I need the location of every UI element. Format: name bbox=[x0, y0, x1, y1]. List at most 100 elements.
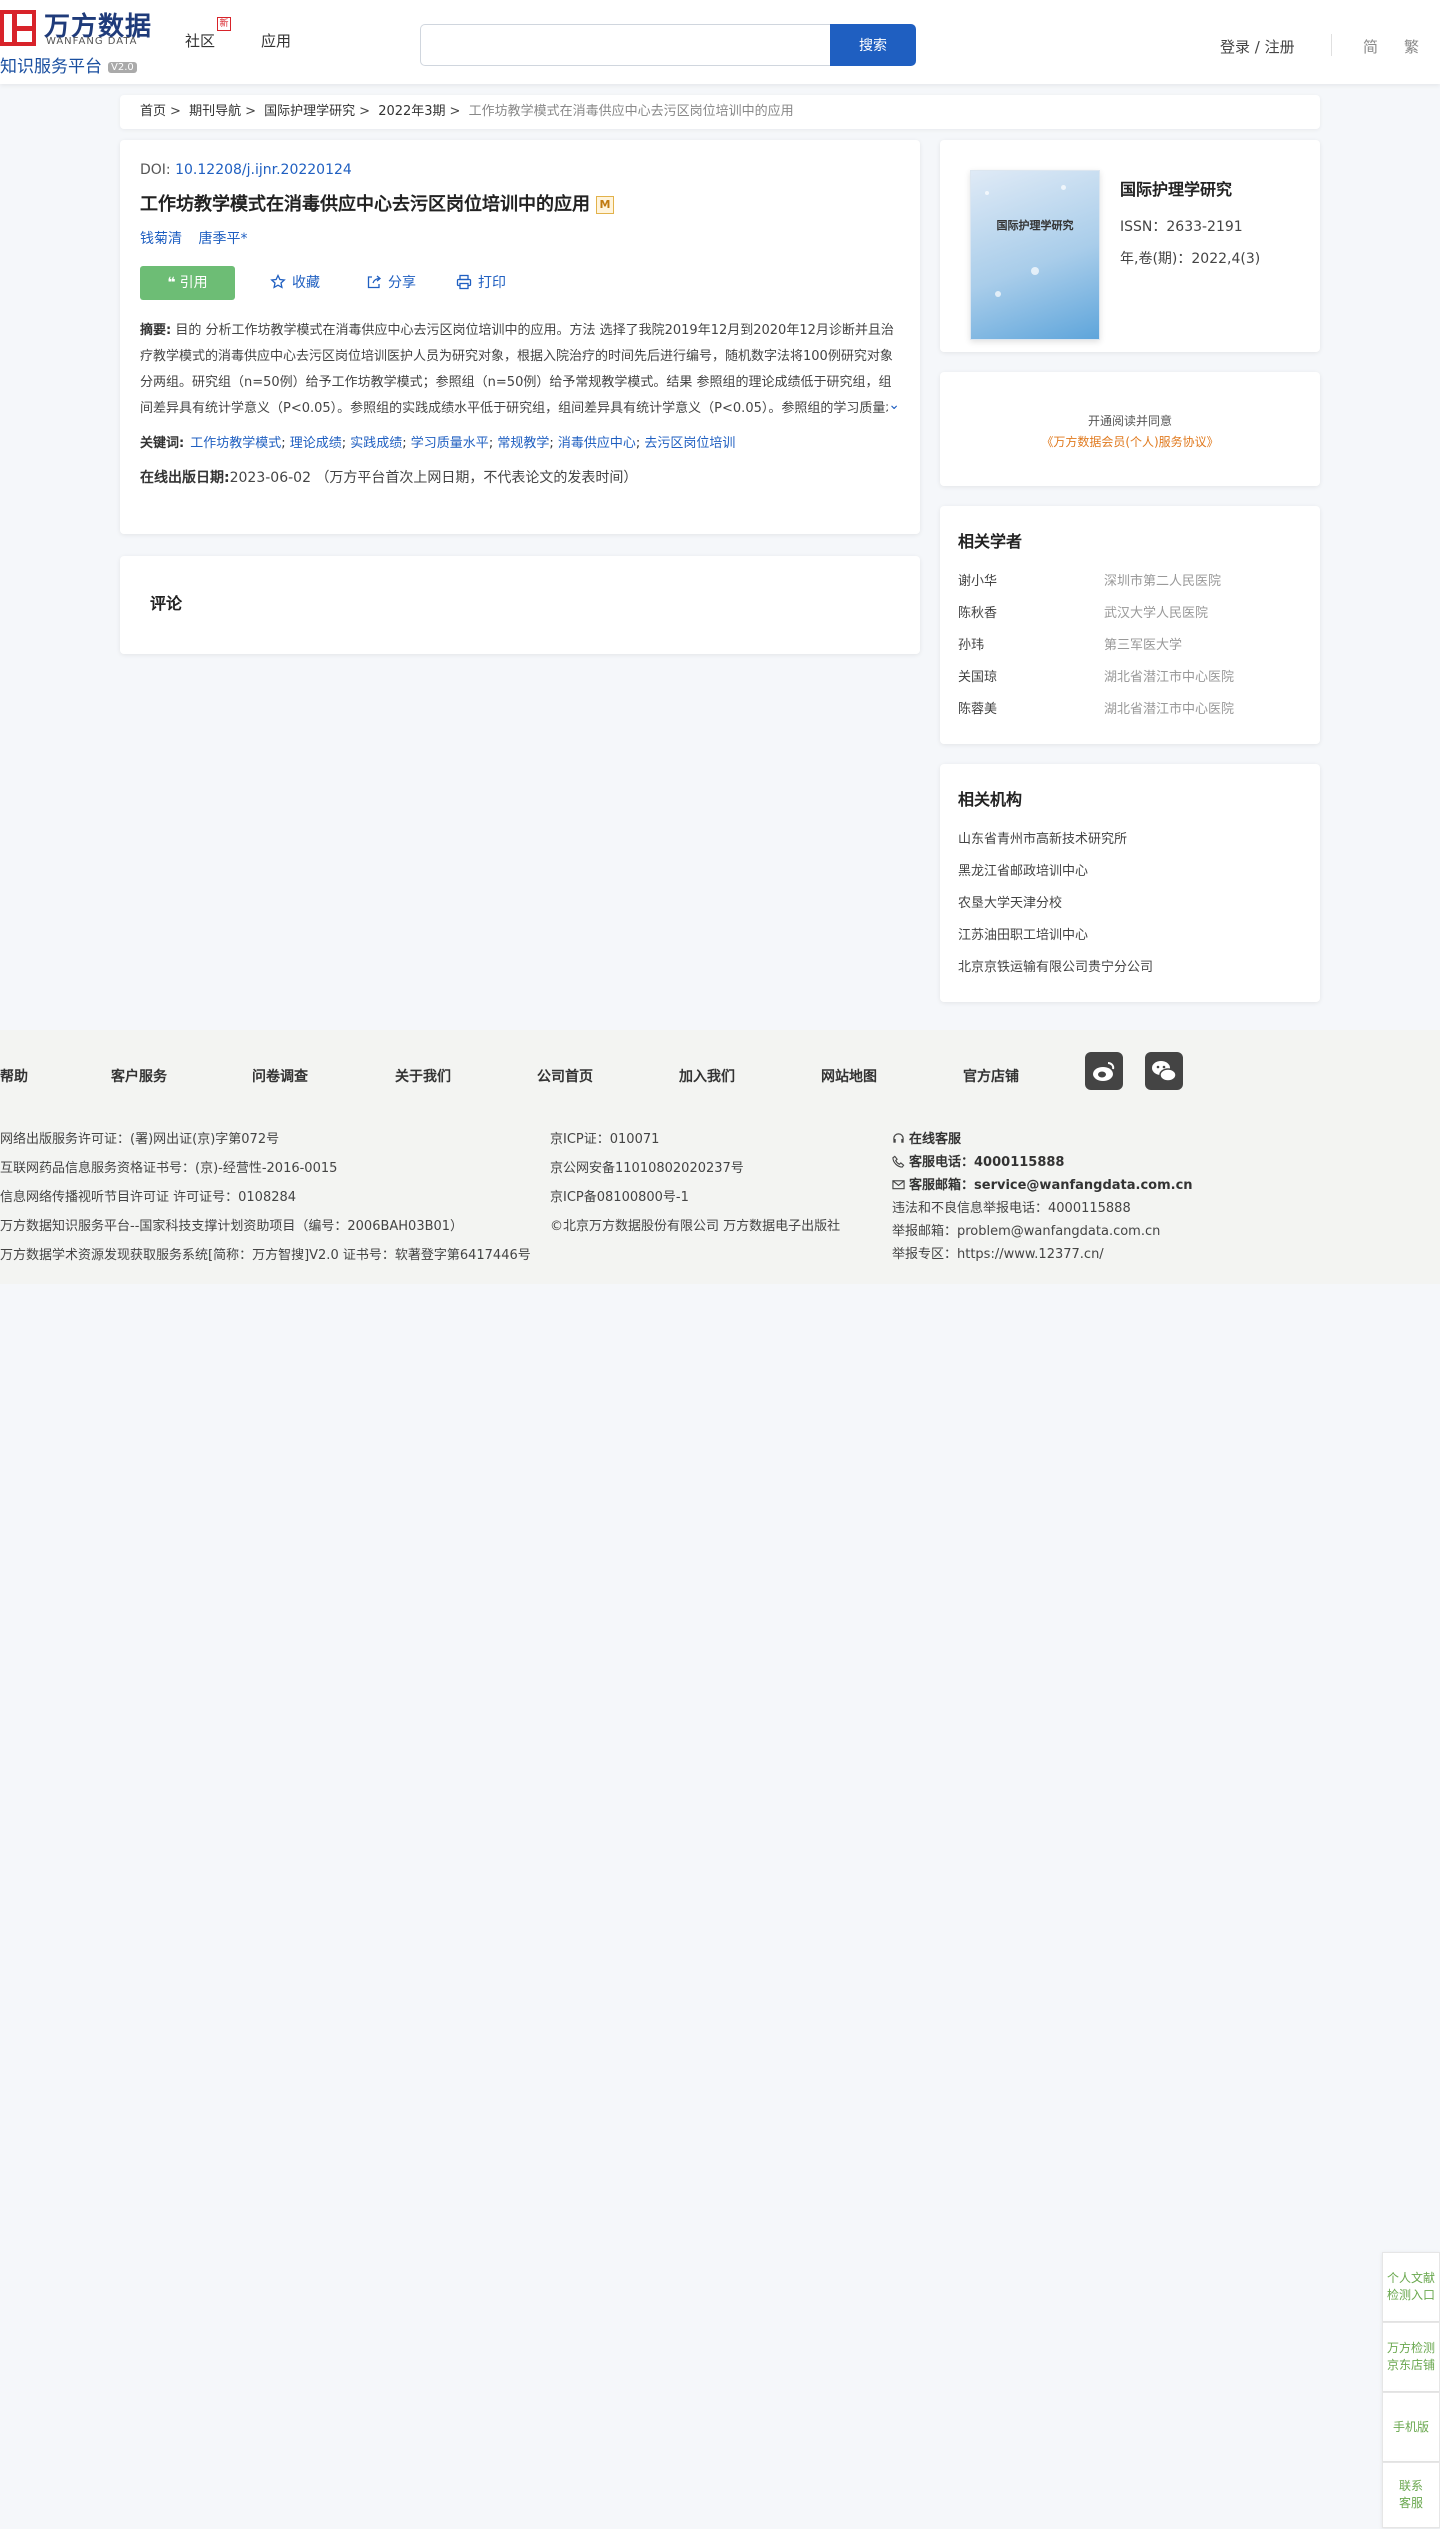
institution-item[interactable]: 北京京铁运输有限公司贵宁分公司 bbox=[958, 956, 1302, 988]
cite-button[interactable]: ❝ 引用 bbox=[140, 266, 235, 300]
m-badge-icon[interactable]: M bbox=[596, 196, 614, 214]
breadcrumb: 首页 > 期刊导航 > 国际护理学研究 > 2022年3期 > 工作坊教学模式在消毒供应… bbox=[120, 95, 1320, 129]
share-icon bbox=[367, 275, 382, 289]
footer-license-line: 信息网络传播视听节目许可证 许可证号：0108284 bbox=[0, 1190, 297, 1205]
footer-link-join[interactable]: 加入我们 bbox=[679, 1066, 735, 1086]
breadcrumb-issue[interactable]: 2022年3期 bbox=[378, 104, 445, 119]
breadcrumb-home[interactable]: 首页 bbox=[140, 104, 166, 119]
footer-icp-line[interactable]: 京ICP证：010071 bbox=[550, 1128, 840, 1151]
keyword-link[interactable]: 去污区岗位培训 bbox=[644, 436, 735, 451]
print-button[interactable]: 打印 bbox=[456, 266, 506, 300]
scholar-org: 第三军医大学 bbox=[1104, 638, 1183, 653]
footer-link-survey[interactable]: 问卷调查 bbox=[252, 1066, 308, 1086]
lang-simplified-button[interactable]: 简 bbox=[1363, 36, 1378, 57]
footer-licenses: 网络出版服务许可证：(署)网出证(京)字第072号 互联网药品信息服务资格证书号… bbox=[0, 1128, 531, 1267]
journal-volume: 年,卷(期)：2022,4(3) bbox=[1120, 251, 1261, 267]
nav-community[interactable]: 社区 bbox=[185, 30, 215, 51]
footer-license-line: 万方数据知识服务平台--国家科技支撑计划资助项目（编号：2006BAH03B01… bbox=[0, 1219, 464, 1234]
doi-label: DOI: bbox=[140, 162, 171, 178]
breadcrumb-journal-nav[interactable]: 期刊导航 bbox=[189, 104, 241, 119]
membership-agreement-link[interactable]: 《万方数据会员(个人)服务协议》 bbox=[940, 433, 1320, 450]
doi-link[interactable]: 10.12208/j.ijnr.20220124 bbox=[175, 162, 352, 178]
side-tool-personal-check[interactable]: 个人文献 检测入口 bbox=[1382, 2252, 1440, 2322]
journal-name[interactable]: 国际护理学研究 bbox=[1120, 176, 1232, 200]
institution-item[interactable]: 黑龙江省邮政培训中心 bbox=[958, 860, 1302, 892]
breadcrumb-separator: > bbox=[359, 104, 371, 119]
abstract-text: 目的 分析工作坊教学模式在消毒供应中心去污区岗位培训中的应用。方法 选择了我院2… bbox=[140, 323, 899, 416]
report-email[interactable]: 举报邮箱：problem@wanfangdata.com.cn bbox=[892, 1220, 1193, 1243]
author-link[interactable]: 唐季平* bbox=[198, 231, 247, 247]
login-register-link[interactable]: 登录 / 注册 bbox=[1220, 36, 1295, 57]
side-tool-mobile[interactable]: 手机版 bbox=[1382, 2392, 1440, 2462]
keywords-label: 关键词: bbox=[140, 436, 185, 451]
report-zone[interactable]: 举报专区：https://www.12377.cn/ bbox=[892, 1243, 1193, 1266]
side-tool-contact-service[interactable]: 联系 客服 bbox=[1382, 2462, 1440, 2528]
article-doi: DOI: 10.12208/j.ijnr.20220124 bbox=[140, 162, 900, 178]
journal-cover-image[interactable]: 国际护理学研究 bbox=[970, 170, 1100, 340]
weibo-icon[interactable] bbox=[1085, 1052, 1123, 1090]
scholar-name: 陈秋香 bbox=[958, 606, 998, 621]
scholar-org: 深圳市第二人民医院 bbox=[1104, 574, 1222, 589]
side-tool-jd-store[interactable]: 万方检测 京东店铺 bbox=[1382, 2322, 1440, 2392]
search-input[interactable] bbox=[420, 24, 830, 66]
favorite-button[interactable]: 收藏 bbox=[270, 266, 320, 300]
abstract-label: 摘要: bbox=[140, 323, 172, 338]
expand-abstract-chevron-icon[interactable]: ⌄ bbox=[888, 392, 900, 418]
wanfang-logo[interactable]: 万方数据 WANFANG DATA 知识服务平台 V2.0 bbox=[0, 6, 160, 77]
keyword-link[interactable]: 常规教学 bbox=[497, 436, 549, 451]
scholar-row[interactable]: 陈蓉美 湖北省潜江市中心医院 bbox=[958, 698, 1302, 730]
institution-item[interactable]: 农垦大学天津分校 bbox=[958, 892, 1302, 924]
keyword-link[interactable]: 理论成绩 bbox=[290, 436, 342, 451]
scholar-row[interactable]: 谢小华 深圳市第二人民医院 bbox=[958, 570, 1302, 602]
keyword-link[interactable]: 实践成绩 bbox=[350, 436, 402, 451]
institution-item[interactable]: 山东省青州市高新技术研究所 bbox=[958, 828, 1302, 860]
wechat-icon[interactable] bbox=[1145, 1052, 1183, 1090]
membership-text: 开通阅读并同意 bbox=[1087, 414, 1172, 428]
scholar-row[interactable]: 陈秋香 武汉大学人民医院 bbox=[958, 602, 1302, 634]
article-authors: 钱菊清 唐季平* bbox=[140, 228, 900, 248]
keyword-link[interactable]: 消毒供应中心 bbox=[558, 436, 636, 451]
author-link[interactable]: 钱菊清 bbox=[140, 231, 182, 247]
nav-apps[interactable]: 应用 bbox=[261, 30, 291, 51]
breadcrumb-separator: > bbox=[449, 104, 461, 119]
scholar-row[interactable]: 孙玮 第三军医大学 bbox=[958, 634, 1302, 666]
search-button[interactable]: 搜索 bbox=[830, 24, 916, 66]
online-service-link[interactable]: 在线客服 bbox=[892, 1128, 1193, 1151]
share-label: 分享 bbox=[388, 275, 416, 291]
footer-link-store[interactable]: 官方店铺 bbox=[963, 1066, 1019, 1086]
quote-icon: ❝ bbox=[167, 275, 176, 291]
wanfang-logo-mark-icon bbox=[0, 10, 36, 46]
article-keywords: 关键词: 工作坊教学模式; 理论成绩; 实践成绩; 学习质量水平; 常规教学; 消… bbox=[140, 436, 736, 451]
footer-link-about[interactable]: 关于我们 bbox=[395, 1066, 451, 1086]
breadcrumb-current: 工作坊教学模式在消毒供应中心去污区岗位培训中的应用 bbox=[468, 104, 794, 119]
related-scholars-title: 相关学者 bbox=[958, 532, 1023, 551]
footer-copyright: ©北京万方数据股份有限公司 万方数据电子出版社 bbox=[550, 1219, 841, 1234]
scholar-name: 谢小华 bbox=[958, 574, 998, 589]
cover-title: 国际护理学研究 bbox=[996, 219, 1074, 232]
article-actions: ❝ 引用 收藏 分享 打印 bbox=[140, 266, 900, 300]
footer-contact: 在线客服 客服电话：4000115888 客服邮箱：service@wanfan… bbox=[892, 1128, 1193, 1266]
footer-link-company[interactable]: 公司首页 bbox=[537, 1066, 593, 1086]
share-button[interactable]: 分享 bbox=[366, 266, 416, 300]
footer-icp-line[interactable]: 京公网安备11010802020237号 bbox=[550, 1157, 840, 1180]
service-email-value[interactable]: service@wanfangdata.com.cn bbox=[974, 1178, 1193, 1193]
side-tool-line: 万方检测 bbox=[1386, 2341, 1435, 2355]
footer-link-service[interactable]: 客户服务 bbox=[111, 1066, 167, 1086]
side-tool-line: 联系 bbox=[1398, 2479, 1423, 2493]
logo-english-name: WANFANG DATA bbox=[46, 36, 138, 47]
institution-item[interactable]: 江苏油田职工培训中心 bbox=[958, 924, 1302, 956]
footer-link-help[interactable]: 帮助 bbox=[0, 1066, 28, 1086]
keyword-link[interactable]: 学习质量水平 bbox=[411, 436, 489, 451]
top-header: 万方数据 WANFANG DATA 知识服务平台 V2.0 社区 新 应用 搜索 … bbox=[0, 0, 1440, 84]
keyword-link[interactable]: 工作坊教学模式 bbox=[190, 436, 281, 451]
service-phone: 客服电话：4000115888 bbox=[892, 1151, 1193, 1174]
breadcrumb-journal[interactable]: 国际护理学研究 bbox=[264, 104, 355, 119]
lang-traditional-button[interactable]: 繁 bbox=[1404, 36, 1419, 57]
logo-version-badge: V2.0 bbox=[108, 61, 137, 73]
comment-title: 评论 bbox=[150, 594, 183, 613]
footer-icp-line[interactable]: 京ICP备08100800号-1 bbox=[550, 1186, 840, 1209]
footer-link-sitemap[interactable]: 网站地图 bbox=[821, 1066, 877, 1086]
footer-icp: 京ICP证：010071 京公网安备11010802020237号 京ICP备0… bbox=[550, 1128, 840, 1238]
membership-card: 开通阅读并同意 《万方数据会员(个人)服务协议》 bbox=[940, 372, 1320, 486]
scholar-row[interactable]: 关国琼 湖北省潜江市中心医院 bbox=[958, 666, 1302, 698]
